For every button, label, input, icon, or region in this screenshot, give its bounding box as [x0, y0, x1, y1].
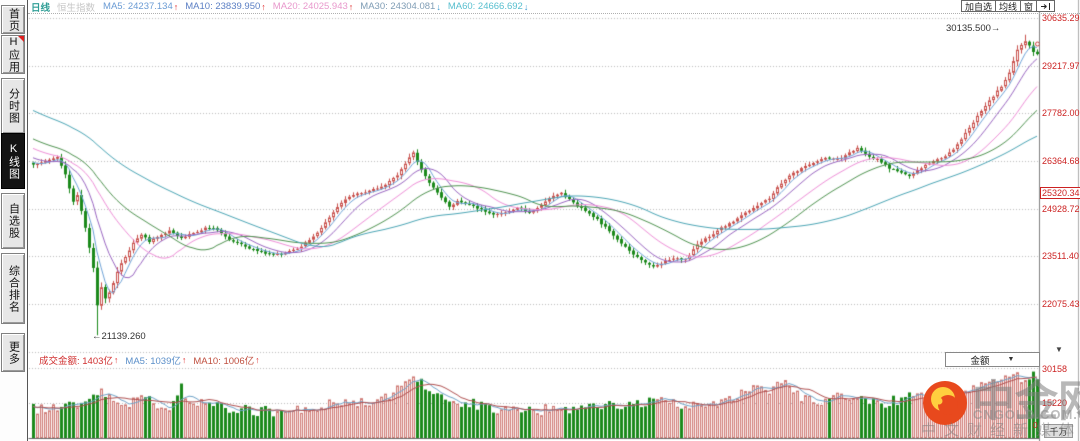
volume-dropdown-label: 金额 [970, 355, 990, 367]
sidebar-item-label: K线图 [7, 142, 20, 180]
chevron-down-icon: ▼ [1007, 356, 1015, 363]
header-button-2[interactable]: 均线 [995, 0, 1021, 12]
collapse-right-icon[interactable] [1036, 0, 1056, 12]
arrow-right-icon: → [990, 23, 1001, 34]
sidebar-item-3[interactable]: 分时图 [1, 78, 25, 134]
pane-collapse-icon[interactable]: ▼ [1055, 345, 1063, 354]
trend-arrow-icon: ↑ [173, 1, 179, 12]
sidebar-item-2[interactable]: H应用 [1, 35, 25, 74]
ma-legend-item: MA5: 24237.134 ↑ [103, 1, 179, 12]
sidebar-item-label: 更多 [7, 340, 20, 365]
chart-header: 日线 恒生指数 MA5: 24237.134 ↑ MA10: 23839.950 ↑ M… [28, 0, 1080, 14]
ma-legend-item: MA30: 24304.081 ↓ [360, 1, 441, 12]
trend-arrow-icon: ↑ [261, 1, 266, 12]
ma-legend: MA5: 24237.134 ↑ MA10: 23839.950 ↑ MA20: 240… [103, 1, 535, 12]
trend-arrow-icon: ↓ [523, 1, 529, 12]
volume-header: 成交金额: 1403亿 ↑ MA5: 1039亿 ↑ MA10: 1006亿 ↑ [28, 352, 939, 367]
ma-legend-item: MA10: 23839.950 ↑ [185, 1, 266, 12]
price-axis-label: 30635.29 [1042, 13, 1080, 23]
stock-app-window: 首页 H应用分时图 K线图自选股综合排名更多 日线 恒生指数 MA5: 24237.… [0, 0, 1080, 441]
sidebar-item-label: 首页 [7, 7, 20, 32]
price-tag: 25320.346 [1040, 187, 1080, 199]
ma-legend-item: MA60: 24666.692 ↓ [447, 1, 529, 12]
candlestick-chart[interactable] [0, 0, 1080, 441]
price-axis-label: 27782.00 [1042, 108, 1080, 118]
trend-arrow-icon: ↑ [181, 354, 187, 365]
header-button-1[interactable]: 加自选 [961, 0, 996, 12]
price-axis-label: 29217.97 [1042, 61, 1080, 71]
volume-legend-item: MA5: 1039亿 ↑ [125, 354, 187, 367]
sidebar-item-label: 自选股 [7, 203, 20, 239]
volume-legend-item: 成交金额: 1403亿 ↑ [39, 354, 119, 367]
sidebar-item-label: 综合排名 [7, 264, 20, 313]
sidebar-item-6[interactable]: 综合排名 [1, 253, 25, 324]
sidebar-item-5[interactable]: 自选股 [1, 193, 25, 249]
period-label: 日线 [31, 2, 51, 14]
price-axis-label: 23511.40 [1042, 251, 1079, 261]
header-toolbar: 加自选 均线窗 [961, 0, 1056, 12]
volume-type-dropdown[interactable]: 金额 ▼ [945, 352, 1040, 367]
price-axis-label: 26364.68 [1042, 156, 1080, 166]
sidebar-item-label: H应用 [7, 36, 20, 73]
volume-legend-item: MA10: 1006亿 ↑ [193, 354, 260, 367]
ma-legend-item: MA20: 24025.943 ↑ [272, 1, 354, 12]
trend-arrow-icon: ↑ [113, 354, 119, 365]
high-annotation: 30135.500→ [946, 23, 1000, 34]
low-annotation-value: 21139.260 [101, 331, 146, 342]
high-annotation-value: 30135.500 [946, 23, 991, 34]
arrow-left-icon: ← [92, 331, 102, 342]
trend-arrow-icon: ↑ [348, 1, 354, 12]
sidebar-item-1[interactable]: 首页 [1, 5, 25, 34]
low-annotation: ←21139.260 [92, 331, 146, 342]
price-axis-label: 24928.72 [1042, 204, 1080, 214]
trend-arrow-icon: ↓ [436, 1, 441, 12]
sidebar-item-4[interactable]: K线图 [1, 133, 25, 189]
watermark-slogan: 中文财经新媒体 [921, 422, 1080, 439]
trend-arrow-icon: ↑ [255, 354, 260, 365]
header-button-3[interactable]: 窗 [1020, 0, 1037, 12]
price-axis-label: 22075.43 [1042, 299, 1080, 309]
sidebar: 首页 H应用分时图 K线图自选股综合排名更多 [0, 0, 28, 441]
sidebar-item-7[interactable]: 更多 [1, 333, 25, 372]
sidebar-item-label: 分时图 [7, 88, 20, 124]
symbol-label: 恒生指数 [57, 2, 96, 14]
